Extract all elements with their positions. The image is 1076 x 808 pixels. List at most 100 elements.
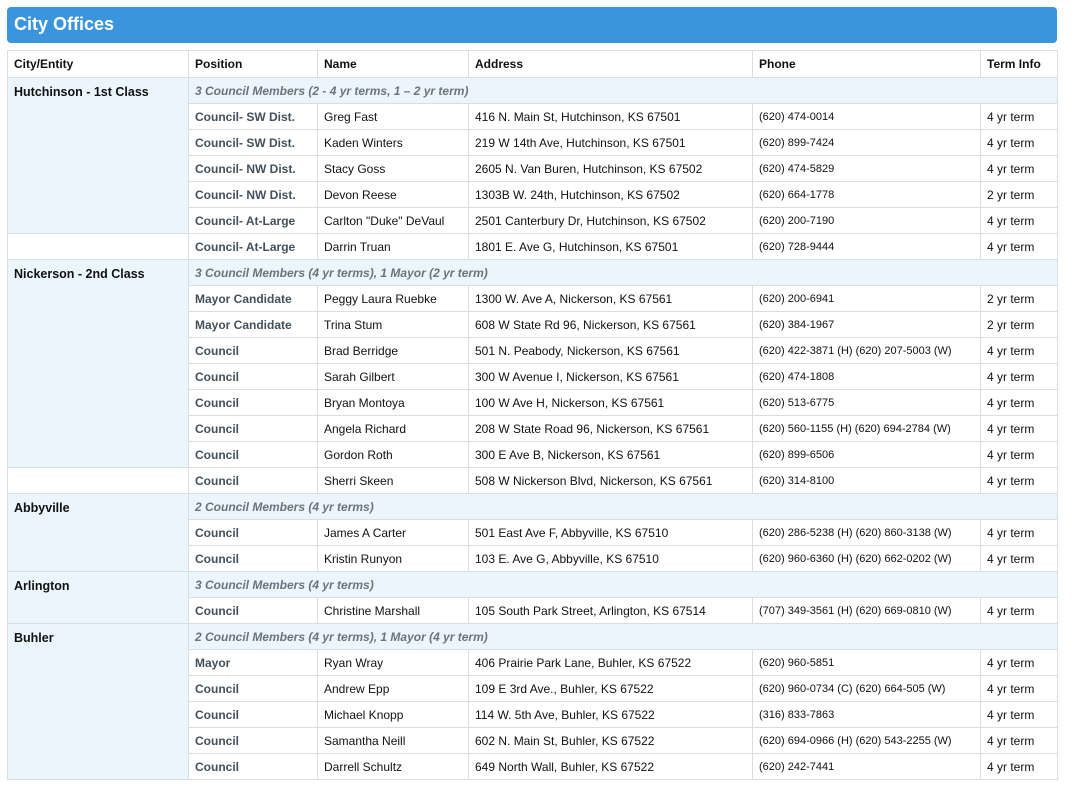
position-cell: Council (188, 337, 318, 364)
address-cell: 300 E Ave B, Nickerson, KS 67561 (468, 441, 753, 468)
phone-cell: (620) 242-7441 (752, 753, 981, 780)
address-cell: 114 W. 5th Ave, Buhler, KS 67522 (468, 701, 753, 728)
position-cell: Council (188, 727, 318, 754)
header-row: City/Entity Position Name Address Phone … (7, 50, 1058, 78)
name-cell: Brad Berridge (317, 337, 469, 364)
address-cell: 416 N. Main St, Hutchinson, KS 67501 (468, 103, 753, 130)
phone-cell: (620) 560-1155 (H) (620) 694-2784 (W) (752, 415, 981, 442)
position-cell: Mayor (188, 649, 318, 676)
address-cell: 1300 W. Ave A, Nickerson, KS 67561 (468, 285, 753, 312)
section-group-summary: 3 Council Members (2 - 4 yr terms, 1 – 2… (188, 77, 1058, 104)
address-cell: 2605 N. Van Buren, Hutchinson, KS 67502 (468, 155, 753, 182)
term-cell: 4 yr term (980, 467, 1058, 494)
name-cell: Greg Fast (317, 103, 469, 130)
section-group-row: Buhler 2 Council Members (4 yr terms), 1 … (7, 623, 1058, 780)
city-entity-cell: Abbyville (7, 493, 189, 572)
phone-cell: (620) 899-7424 (752, 129, 981, 156)
name-cell: Peggy Laura Ruebke (317, 285, 469, 312)
column-header-phone: Phone (752, 50, 981, 78)
address-cell: 602 N. Main St, Buhler, KS 67522 (468, 727, 753, 754)
phone-cell: (620) 200-7190 (752, 207, 981, 234)
table-row: Council- At-Large Darrin Truan 1801 E. Ave… (7, 233, 1058, 260)
term-cell: 4 yr term (980, 207, 1058, 234)
city-entity-cell: Nickerson - 2nd Class (7, 259, 189, 468)
position-cell: Council (188, 415, 318, 442)
column-header-name: Name (317, 50, 469, 78)
address-cell: 508 W Nickerson Blvd, Nickerson, KS 6756… (468, 467, 753, 494)
name-cell: Stacy Goss (317, 155, 469, 182)
phone-cell: (316) 833-7863 (752, 701, 981, 728)
name-cell: Sarah Gilbert (317, 363, 469, 390)
section-group-row: Abbyville 2 Council Members (4 yr terms) (7, 493, 1058, 572)
phone-cell: (620) 474-0014 (752, 103, 981, 130)
name-cell: Christine Marshall (317, 597, 469, 624)
address-cell: 109 E 3rd Ave., Buhler, KS 67522 (468, 675, 753, 702)
phone-cell: (620) 728-9444 (752, 233, 981, 260)
name-cell: Darrin Truan (317, 233, 469, 260)
name-cell: Sherri Skeen (317, 467, 469, 494)
term-cell: 4 yr term (980, 337, 1058, 364)
name-cell: James A Carter (317, 519, 469, 546)
position-cell: Council- SW Dist. (188, 103, 318, 130)
offices-table: City/Entity Position Name Address Phone … (7, 50, 1058, 780)
section-group-summary: 3 Council Members (4 yr terms), 1 Mayor … (188, 259, 1058, 286)
position-cell: Mayor Candidate (188, 311, 318, 338)
position-cell: Council (188, 363, 318, 390)
phone-cell: (620) 960-6360 (H) (620) 662-0202 (W) (752, 545, 981, 572)
address-cell: 300 W Avenue I, Nickerson, KS 67561 (468, 363, 753, 390)
section-group-row: Nickerson - 2nd Class 3 Council Members (… (7, 259, 1058, 468)
city-entity-cell: Arlington (7, 571, 189, 624)
phone-cell: (620) 422-3871 (H) (620) 207-5003 (W) (752, 337, 981, 364)
name-cell: Carlton "Duke" DeVaul (317, 207, 469, 234)
position-cell: Council (188, 597, 318, 624)
term-cell: 4 yr term (980, 363, 1058, 390)
phone-cell: (620) 474-5829 (752, 155, 981, 182)
term-cell: 2 yr term (980, 311, 1058, 338)
term-cell: 4 yr term (980, 519, 1058, 546)
address-cell: 219 W 14th Ave, Hutchinson, KS 67501 (468, 129, 753, 156)
term-cell: 4 yr term (980, 675, 1058, 702)
section-group-row: Hutchinson - 1st Class 3 Council Members … (7, 77, 1058, 234)
column-header-address: Address (468, 50, 753, 78)
city-entity-blank-cell (7, 233, 189, 260)
section-group-row: Arlington 3 Council Members (4 yr terms) (7, 571, 1058, 624)
position-cell: Council- At-Large (188, 233, 318, 260)
phone-cell: (620) 960-5851 (752, 649, 981, 676)
table-body: Hutchinson - 1st Class 3 Council Members … (7, 77, 1058, 780)
position-cell: Council- NW Dist. (188, 155, 318, 182)
name-cell: Andrew Epp (317, 675, 469, 702)
term-cell: 4 yr term (980, 545, 1058, 572)
position-cell: Council- SW Dist. (188, 129, 318, 156)
phone-cell: (620) 960-0734 (C) (620) 664-505 (W) (752, 675, 981, 702)
phone-cell: (620) 286-5238 (H) (620) 860-3138 (W) (752, 519, 981, 546)
name-cell: Kaden Winters (317, 129, 469, 156)
term-cell: 4 yr term (980, 389, 1058, 416)
section-group-summary: 2 Council Members (4 yr terms), 1 Mayor … (188, 623, 1058, 650)
column-header-position: Position (188, 50, 318, 78)
name-cell: Michael Knopp (317, 701, 469, 728)
address-cell: 103 E. Ave G, Abbyville, KS 67510 (468, 545, 753, 572)
name-cell: Gordon Roth (317, 441, 469, 468)
term-cell: 4 yr term (980, 597, 1058, 624)
name-cell: Devon Reese (317, 181, 469, 208)
name-cell: Ryan Wray (317, 649, 469, 676)
term-cell: 4 yr term (980, 233, 1058, 260)
address-cell: 208 W State Road 96, Nickerson, KS 67561 (468, 415, 753, 442)
position-cell: Council (188, 753, 318, 780)
column-header-term: Term Info (980, 50, 1058, 78)
address-cell: 2501 Canterbury Dr, Hutchinson, KS 67502 (468, 207, 753, 234)
position-cell: Council (188, 441, 318, 468)
term-cell: 2 yr term (980, 285, 1058, 312)
term-cell: 4 yr term (980, 649, 1058, 676)
name-cell: Trina Stum (317, 311, 469, 338)
phone-cell: (620) 899-6506 (752, 441, 981, 468)
phone-cell: (620) 314-8100 (752, 467, 981, 494)
name-cell: Kristin Runyon (317, 545, 469, 572)
address-cell: 100 W Ave H, Nickerson, KS 67561 (468, 389, 753, 416)
address-cell: 1303B W. 24th, Hutchinson, KS 67502 (468, 181, 753, 208)
phone-cell: (707) 349-3561 (H) (620) 669-0810 (W) (752, 597, 981, 624)
address-cell: 501 East Ave F, Abbyville, KS 67510 (468, 519, 753, 546)
position-cell: Council (188, 519, 318, 546)
phone-cell: (620) 664-1778 (752, 181, 981, 208)
table-row: Council Sherri Skeen 508 W Nickerson Blvd,… (7, 467, 1058, 494)
